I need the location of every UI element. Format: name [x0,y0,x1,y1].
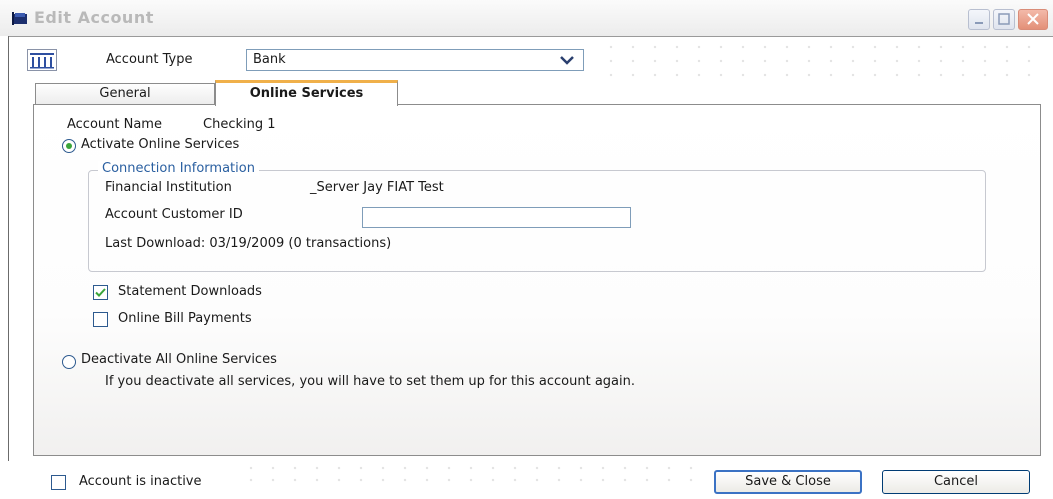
account-register-icon [27,49,57,71]
statement-downloads-label[interactable]: Statement Downloads [118,284,262,299]
close-button[interactable] [1018,9,1048,30]
account-name-value: Checking 1 [203,117,276,132]
window-title: Edit Account [34,8,154,27]
tab-general-label: General [99,86,151,101]
background-pattern [600,40,1045,82]
save-close-button[interactable]: Save & Close [714,470,862,494]
title-bar[interactable]: Edit Account [0,0,1053,36]
activate-online-services-label[interactable]: Activate Online Services [81,137,239,152]
account-type-value: Bank [253,52,286,67]
tab-online-services[interactable]: Online Services [215,80,398,106]
account-name-label: Account Name [67,117,162,132]
maximize-icon [998,13,1010,25]
deactivate-online-services-radio[interactable] [62,355,76,369]
connection-information-legend: Connection Information [98,161,259,176]
account-inactive-checkbox[interactable] [51,475,66,490]
account-type-label: Account Type [106,52,193,67]
minimize-button[interactable] [968,9,990,30]
close-icon [1027,13,1039,25]
last-download-text: Last Download: 03/19/2009 (0 transaction… [105,236,392,251]
tab-general[interactable]: General [35,83,215,105]
save-close-label: Save & Close [745,474,831,489]
financial-institution-label: Financial Institution [105,180,232,195]
financial-institution-value: _Server Jay FIAT Test [310,180,444,195]
account-customer-id-input[interactable] [362,207,631,228]
deactivate-note: If you deactivate all services, you will… [105,374,635,389]
cancel-label: Cancel [933,474,979,489]
online-services-panel [33,104,1041,456]
maximize-button[interactable] [993,9,1015,30]
online-bill-payments-checkbox[interactable] [93,312,108,327]
edit-account-window: Edit Account Account Type Bank General O… [0,0,1053,499]
online-bill-payments-label[interactable]: Online Bill Payments [118,311,252,326]
radio-selected-dot [66,143,72,149]
window-icon [12,12,27,25]
account-type-select[interactable]: Bank [246,49,584,71]
window-frame-top [8,36,1053,37]
minimize-icon [975,22,983,24]
tab-online-services-label: Online Services [249,86,364,101]
window-frame-left [8,36,9,461]
checkmark-icon [95,288,106,297]
account-customer-id-label: Account Customer ID [105,207,243,222]
cancel-button[interactable]: Cancel [882,470,1030,494]
statement-downloads-checkbox[interactable] [93,285,108,300]
deactivate-online-services-label[interactable]: Deactivate All Online Services [81,352,277,367]
background-pattern-bottom [240,462,700,482]
activate-online-services-radio[interactable] [62,139,76,153]
account-inactive-label[interactable]: Account is inactive [79,474,202,489]
chevron-down-icon[interactable] [553,52,581,68]
